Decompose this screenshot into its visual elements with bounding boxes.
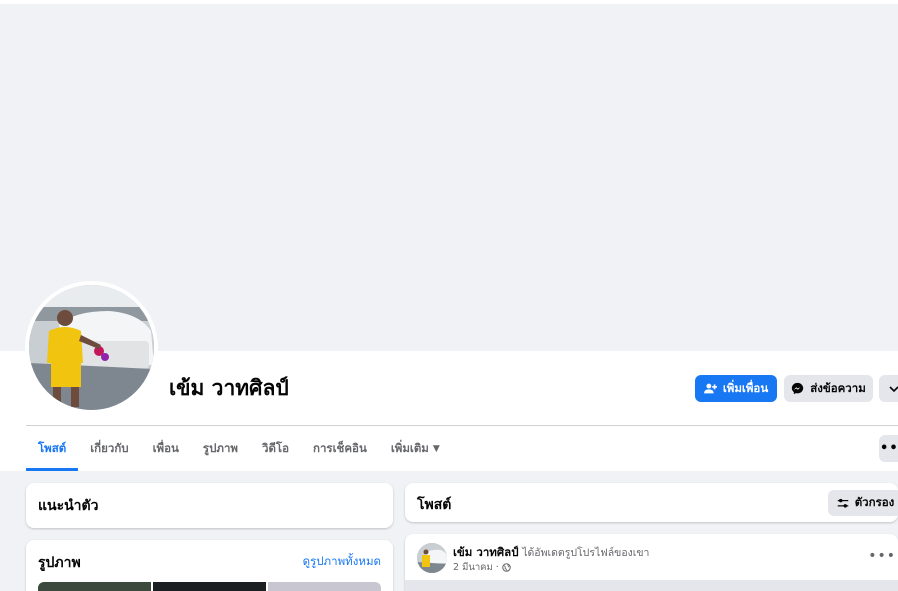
post-meta: 2 มีนาคม · — [453, 560, 511, 575]
message-button[interactable]: ส่งข้อความ — [784, 375, 873, 402]
tab-posts[interactable]: โพสต์ — [26, 426, 79, 471]
post-date[interactable]: 2 มีนาคม — [453, 560, 493, 575]
tab-label: รูปภาพ — [202, 440, 238, 455]
profile-tabs: โพสต์ เกี่ยวกับ เพื่อน รูปภาพ วิดีโอ การ… — [26, 426, 452, 471]
messenger-icon — [792, 382, 804, 395]
intro-title: แนะนำตัว — [38, 498, 99, 514]
profile-photo-image — [29, 285, 154, 410]
photos-card: รูปภาพ ดูรูปภาพทั้งหมด — [26, 540, 393, 591]
tab-about[interactable]: เกี่ยวกับ — [78, 426, 140, 471]
globe-icon — [502, 563, 511, 572]
chevron-down-icon — [889, 385, 898, 392]
more-horizontal-icon: ••• — [880, 441, 898, 456]
add-friend-button[interactable]: เพิ่มเพื่อน — [695, 375, 777, 402]
post-author-name[interactable]: เข้ม วาทศิลป์ — [453, 545, 519, 559]
message-label: ส่งข้อความ — [810, 380, 866, 395]
tab-label: เพิ่มเติม — [390, 440, 429, 455]
tab-label: การเช็คอิน — [313, 440, 367, 455]
see-all-photos-link[interactable]: ดูรูปภาพทั้งหมด — [303, 553, 381, 571]
tab-photos[interactable]: รูปภาพ — [191, 426, 250, 471]
post-card: เข้ม วาทศิลป์ ได้อัพเดตรูปโปรไฟล์ของเขา … — [405, 534, 898, 591]
add-friend-icon — [703, 383, 717, 394]
intro-card: แนะนำตัว — [26, 483, 393, 528]
photo-thumbnail[interactable] — [38, 582, 151, 591]
caret-down-icon: ▼ — [432, 443, 440, 454]
meta-separator: · — [495, 562, 499, 573]
filter-label: ตัวกรอง — [854, 495, 895, 509]
more-options-button[interactable] — [879, 375, 898, 402]
profile-picture[interactable] — [25, 281, 158, 414]
add-friend-label: เพิ่มเพื่อน — [722, 380, 769, 395]
photo-thumbnail[interactable] — [153, 582, 266, 591]
post-author-avatar[interactable] — [417, 543, 447, 573]
filter-icon — [837, 498, 848, 508]
posts-title: โพสต์ — [417, 497, 452, 513]
tab-more[interactable]: เพิ่มเติม ▼ — [379, 426, 452, 471]
tab-label: โพสต์ — [38, 440, 67, 455]
photos-title: รูปภาพ — [38, 555, 81, 571]
posts-header-card: โพสต์ — [405, 483, 898, 522]
profile-menu-button[interactable]: ••• — [879, 435, 898, 462]
post-action-text: ได้อัพเดตรูปโปรไฟล์ของเขา — [522, 547, 650, 559]
profile-name: เข้ม วาทศิลป์ — [169, 376, 289, 400]
tab-label: เกี่ยวกับ — [90, 440, 129, 455]
tab-checkins[interactable]: การเช็คอิน — [301, 426, 379, 471]
tab-label: เพื่อน — [152, 440, 179, 455]
post-menu-icon[interactable]: ••• — [868, 548, 896, 564]
filter-button[interactable]: ตัวกรอง — [828, 490, 898, 516]
tab-videos[interactable]: วิดีโอ — [250, 426, 301, 471]
photo-thumbnail[interactable] — [268, 582, 381, 591]
tab-label: วิดีโอ — [262, 440, 290, 455]
tab-friends[interactable]: เพื่อน — [141, 426, 191, 471]
post-image[interactable] — [405, 580, 898, 591]
